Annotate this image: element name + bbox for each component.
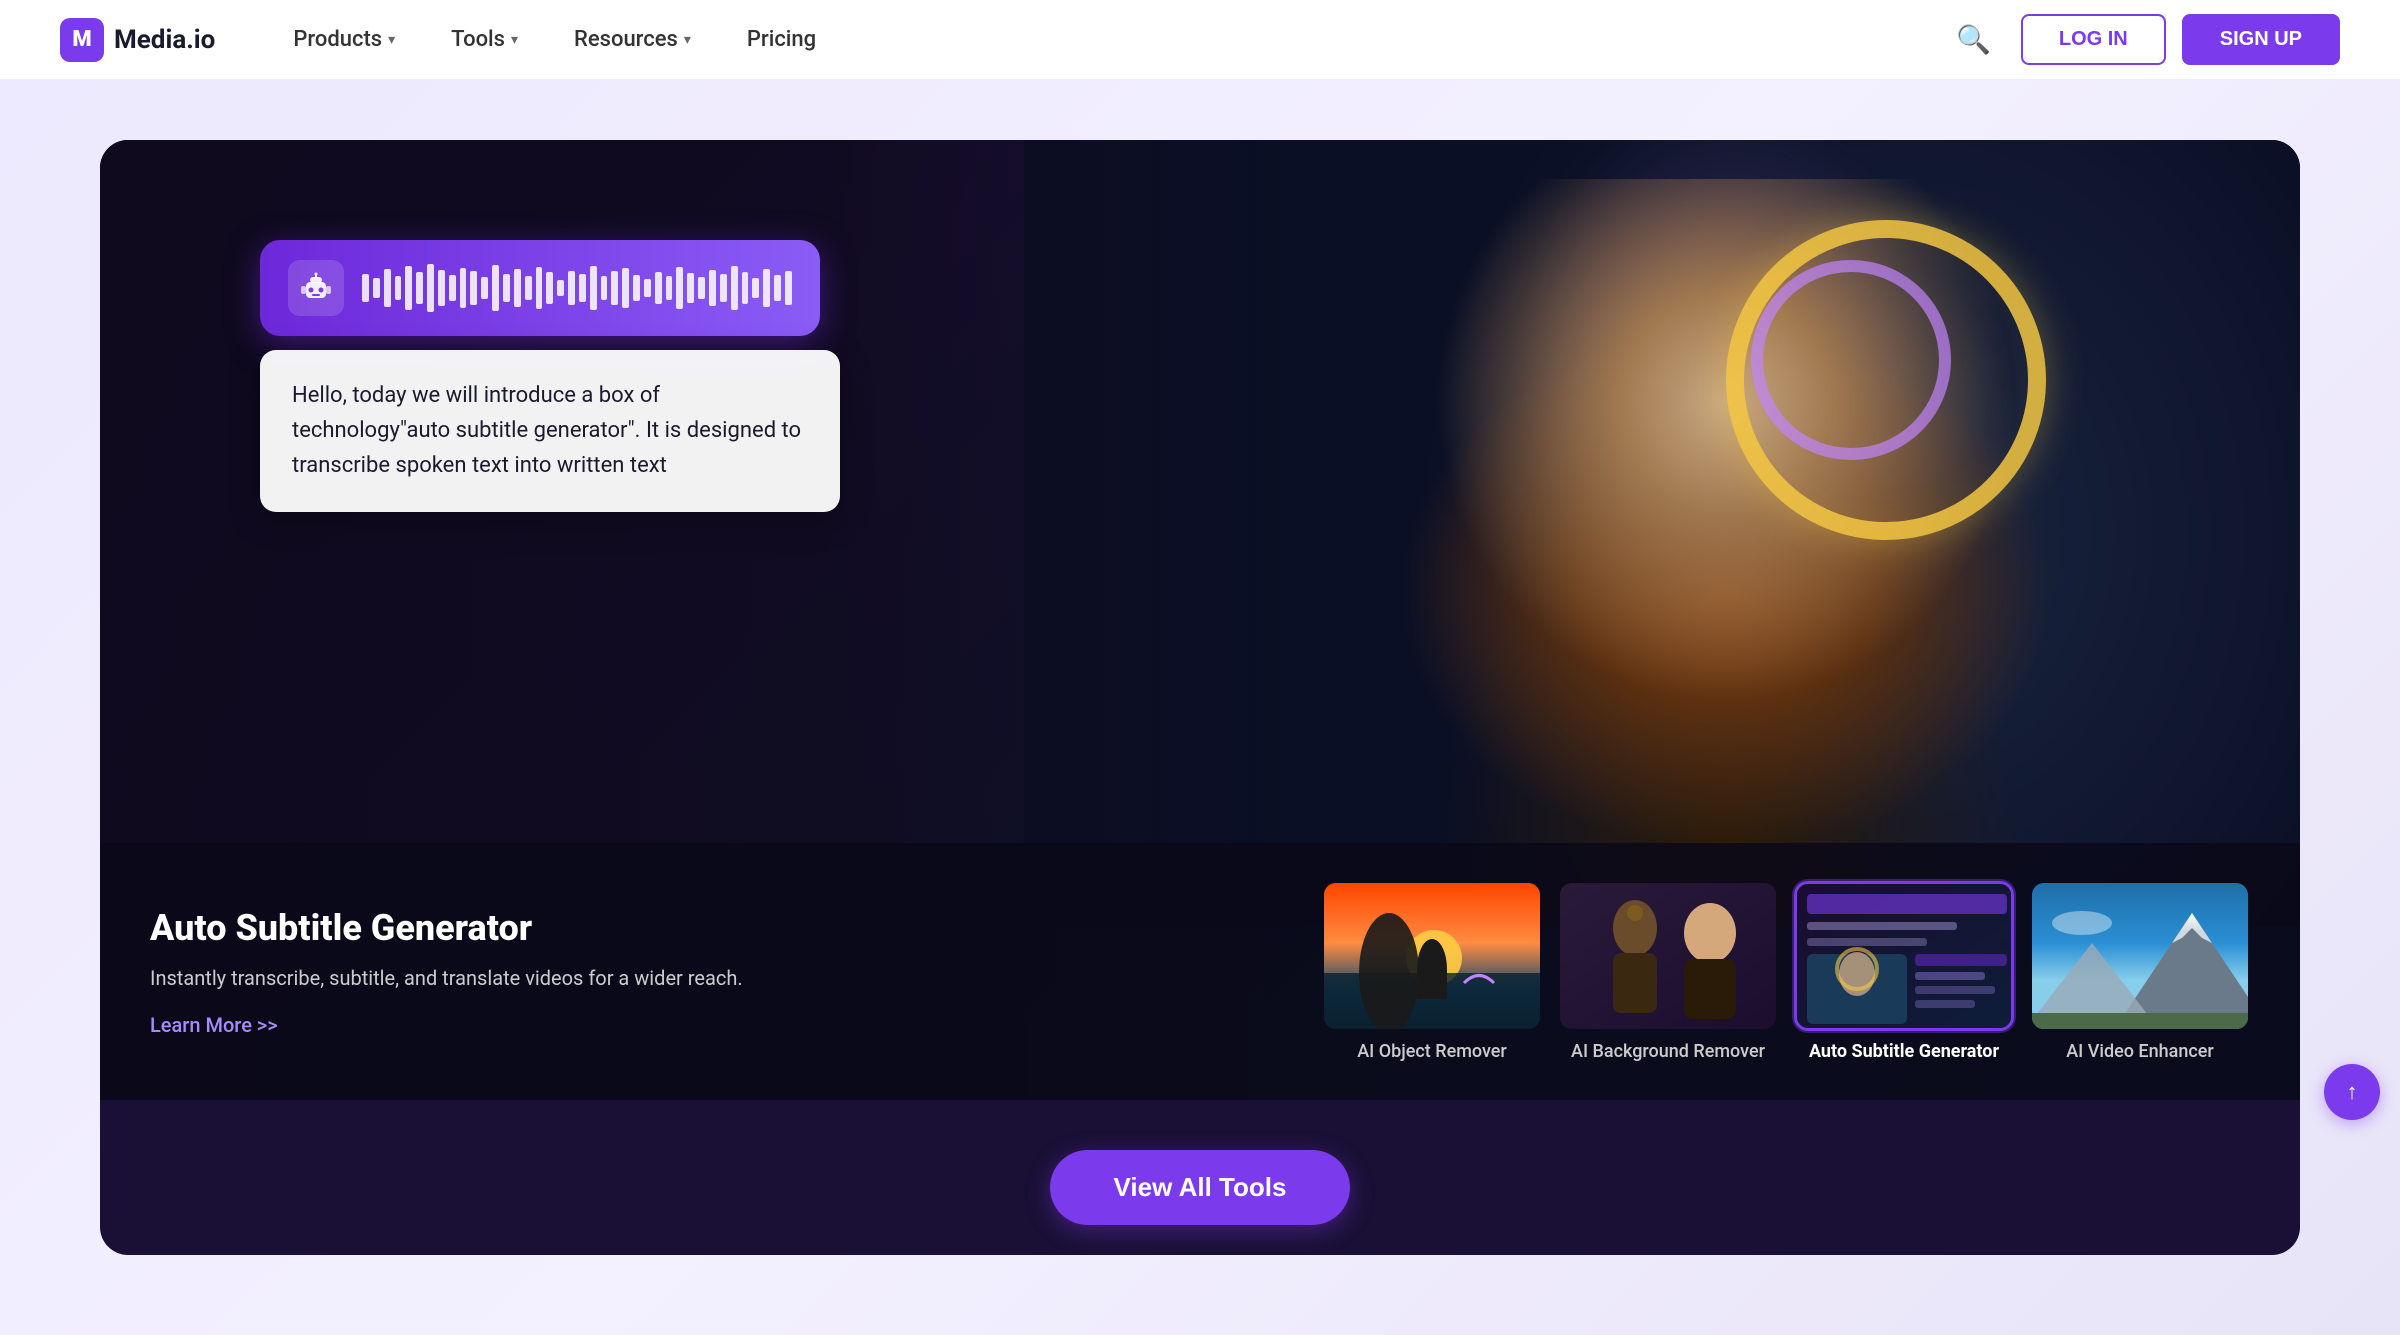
thumb-label-4: AI Video Enhancer — [2066, 1041, 2214, 1062]
thumb-ai-video-enhancer[interactable]: AI Video Enhancer — [2030, 881, 2250, 1062]
thumb-img-4 — [2030, 881, 2250, 1031]
page-body: Hello, today we will introduce a box of … — [0, 80, 2400, 1335]
tool-info: Auto Subtitle Generator Instantly transc… — [150, 907, 743, 1037]
thumb-label-3: Auto Subtitle Generator — [1809, 1041, 1999, 1062]
tool-title: Auto Subtitle Generator — [150, 907, 743, 949]
learn-more-link[interactable]: Learn More >> — [150, 1013, 278, 1037]
mountain-svg — [2032, 883, 2250, 1031]
scroll-icon: ↑ — [2347, 1079, 2358, 1105]
logo[interactable]: M Media.io — [60, 18, 215, 62]
subtitle-text-box: Hello, today we will introduce a box of … — [260, 350, 840, 512]
logo-icon: M — [60, 18, 104, 62]
hero-bottom-strip: Auto Subtitle Generator Instantly transc… — [100, 843, 2300, 1100]
hero-background-image — [1024, 140, 2300, 927]
subtitle-gen-svg — [1797, 884, 2014, 1031]
products-chevron-icon: ▾ — [388, 32, 395, 48]
nav-links: Products ▾ Tools ▾ Resources ▾ Pricing — [265, 0, 1956, 80]
logo-text: Media.io — [114, 25, 215, 55]
main-card: Hello, today we will introduce a box of … — [100, 140, 2300, 1255]
login-button[interactable]: LOG IN — [2021, 14, 2166, 65]
view-all-section: View All Tools — [100, 1100, 2300, 1255]
robot-icon — [288, 260, 344, 316]
scroll-button[interactable]: ↑ — [2324, 1064, 2380, 1120]
thumb-ai-background-remover[interactable]: AI Background Remover — [1558, 881, 1778, 1062]
navbar: M Media.io Products ▾ Tools ▾ Resources … — [0, 0, 2400, 80]
thumb-ai-object-remover[interactable]: AI Object Remover — [1322, 881, 1542, 1062]
thumb-label-1: AI Object Remover — [1357, 1041, 1507, 1062]
thumb-auto-subtitle-generator[interactable]: Auto Subtitle Generator — [1794, 881, 2014, 1062]
nav-item-pricing[interactable]: Pricing — [719, 0, 844, 80]
signup-button[interactable]: SIGN UP — [2182, 14, 2340, 65]
sunset-svg — [1324, 883, 1542, 1031]
waveform-box — [260, 240, 820, 336]
thumb-img-3 — [1794, 881, 2014, 1031]
search-icon[interactable]: 🔍 — [1956, 23, 1991, 56]
thumbnail-strip: AI Object Remover — [803, 881, 2250, 1062]
nav-auth: LOG IN SIGN UP — [2021, 14, 2340, 65]
subtitle-text: Hello, today we will introduce a box of … — [292, 383, 801, 478]
people-svg — [1560, 883, 1778, 1031]
nav-item-resources[interactable]: Resources ▾ — [546, 0, 719, 80]
tool-description: Instantly transcribe, subtitle, and tran… — [150, 963, 743, 993]
thumb-active-image — [1797, 884, 2011, 1028]
nav-item-products[interactable]: Products ▾ — [265, 0, 423, 80]
thumb-img-1 — [1322, 881, 1542, 1031]
view-all-tools-button[interactable]: View All Tools — [1050, 1150, 1351, 1225]
robot-svg — [298, 270, 334, 306]
person-image — [1215, 179, 2236, 927]
tools-chevron-icon: ▾ — [511, 32, 518, 48]
thumb-mountain-image — [2032, 883, 2248, 1029]
nav-item-tools[interactable]: Tools ▾ — [423, 0, 546, 80]
thumb-sunset-image — [1324, 883, 1540, 1029]
hero-area: Hello, today we will introduce a box of … — [100, 140, 2300, 1100]
waveform-bars — [362, 264, 792, 312]
thumb-img-2 — [1558, 881, 1778, 1031]
thumb-people-image — [1560, 883, 1776, 1029]
resources-chevron-icon: ▾ — [684, 32, 691, 48]
thumb-label-2: AI Background Remover — [1571, 1041, 1765, 1062]
